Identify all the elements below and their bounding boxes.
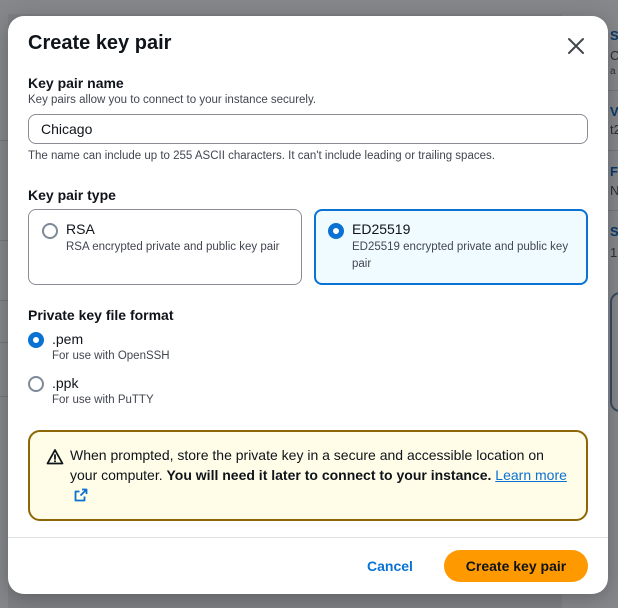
bg-fragment: a xyxy=(610,66,616,77)
footer-divider xyxy=(8,537,608,538)
alert-message: When prompted, store the private key in … xyxy=(70,445,570,505)
format-option-pem[interactable]: .pem For use with OpenSSH xyxy=(28,331,228,367)
bg-fragment: 1 xyxy=(610,245,618,260)
modal-title: Create key pair xyxy=(28,32,172,54)
ppk-title: .ppk xyxy=(52,375,79,391)
key-type-tile-ed25519[interactable]: ED25519 ED25519 encrypted private and pu… xyxy=(314,209,588,285)
pem-description: For use with OpenSSH xyxy=(52,350,170,362)
warning-icon xyxy=(46,449,64,465)
ppk-radio[interactable] xyxy=(28,376,44,392)
bg-fragment: C xyxy=(610,48,618,63)
private-key-format-label: Private key file format xyxy=(28,307,174,323)
rsa-description: RSA encrypted private and public key pai… xyxy=(66,241,280,253)
ed25519-radio[interactable] xyxy=(328,223,344,239)
external-link-icon xyxy=(74,488,88,502)
create-key-pair-modal: Create key pair Key pair name Key pairs … xyxy=(8,16,608,594)
pem-radio[interactable] xyxy=(28,332,44,348)
bg-fragment: S xyxy=(610,28,618,43)
bg-fragment: t2 xyxy=(610,122,618,137)
cancel-button[interactable]: Cancel xyxy=(360,555,420,577)
close-icon xyxy=(568,38,584,54)
key-pair-name-label: Key pair name xyxy=(28,75,124,91)
background-top-strip xyxy=(0,0,618,14)
close-button[interactable] xyxy=(564,34,588,58)
background-left-strip xyxy=(0,0,8,608)
bg-fragment: V xyxy=(610,104,618,119)
key-type-tile-rsa[interactable]: RSA RSA encrypted private and public key… xyxy=(28,209,302,285)
key-pair-name-constraint: The name can include up to 255 ASCII cha… xyxy=(28,150,495,162)
key-pair-name-description: Key pairs allow you to connect to your i… xyxy=(28,94,317,106)
rsa-title: RSA xyxy=(66,221,95,237)
learn-more-label: Learn more xyxy=(495,467,567,483)
alert-bold-text: You will need it later to connect to you… xyxy=(166,467,492,483)
warning-alert: When prompted, store the private key in … xyxy=(28,430,588,521)
pem-title: .pem xyxy=(52,331,84,347)
ppk-description: For use with PuTTY xyxy=(52,394,154,406)
bg-fragment: F xyxy=(610,164,618,179)
create-key-pair-button[interactable]: Create key pair xyxy=(444,550,588,582)
key-pair-type-label: Key pair type xyxy=(28,187,116,203)
bg-fragment: S xyxy=(610,224,618,239)
ed25519-description: ED25519 encrypted private and public key… xyxy=(352,241,569,270)
rsa-radio[interactable] xyxy=(42,223,58,239)
format-option-ppk[interactable]: .ppk For use with PuTTY xyxy=(28,375,228,411)
key-pair-name-input[interactable] xyxy=(28,114,588,144)
ed25519-title: ED25519 xyxy=(352,221,411,237)
bg-fragment: N xyxy=(610,183,618,198)
